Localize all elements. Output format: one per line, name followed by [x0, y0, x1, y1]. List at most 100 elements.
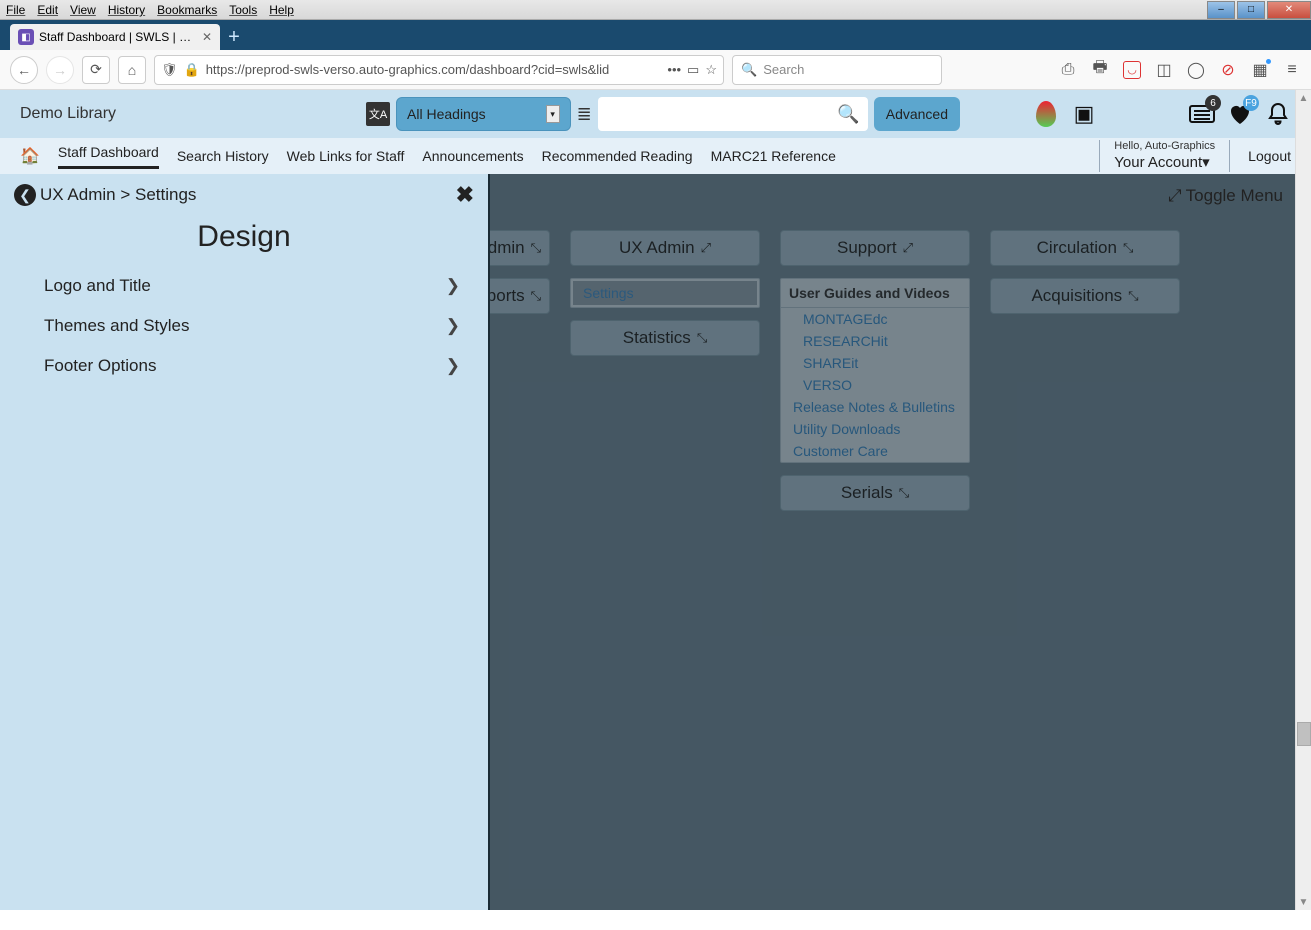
collapse-icon: ⤡	[1123, 240, 1133, 256]
browser-search-input[interactable]: 🔍 Search	[732, 55, 942, 85]
link-customer-care[interactable]: Customer Care	[781, 440, 969, 462]
toggle-menu-button[interactable]: ⤢ Toggle Menu	[1168, 186, 1283, 206]
back-button[interactable]: ←	[10, 56, 38, 84]
link-release-notes[interactable]: Release Notes & Bulletins	[781, 396, 969, 418]
logout-link[interactable]: Logout	[1248, 148, 1291, 164]
card-acq-label: Acquisitions	[1031, 286, 1122, 306]
chevron-down-icon: ▾	[546, 105, 560, 123]
card-support-label: Support	[837, 238, 897, 258]
card-support[interactable]: Support ⤢	[780, 230, 970, 266]
url-text: https://preprod-swls-verso.auto-graphics…	[206, 62, 662, 77]
scan-icon[interactable]: ▣	[1071, 101, 1097, 127]
menu-help[interactable]: Help	[263, 1, 300, 19]
breadcrumb-settings[interactable]: Settings	[135, 185, 196, 205]
link-shareit[interactable]: SHAREit	[781, 352, 969, 374]
card-serials-label: Serials	[841, 483, 893, 503]
menu-edit[interactable]: Edit	[31, 1, 64, 19]
breadcrumb-sep: >	[120, 185, 130, 205]
kids-icon[interactable]	[1033, 101, 1059, 127]
translate-icon[interactable]: 文A	[366, 102, 390, 126]
account-menu[interactable]: Hello, Auto-Graphics Your Account▾	[1099, 140, 1230, 171]
extensions-icon[interactable]: ▦	[1251, 61, 1269, 79]
nav-staff-dashboard[interactable]: Staff Dashboard	[58, 144, 159, 169]
headings-dropdown[interactable]: All Headings ▾	[396, 97, 571, 131]
scroll-up-icon[interactable]: ▲	[1296, 90, 1311, 106]
menu-tools[interactable]: Tools	[223, 1, 263, 19]
browser-tabbar: ◧ Staff Dashboard | SWLS | SWLS ✕ +	[0, 20, 1311, 50]
ellipsis-icon[interactable]: •••	[667, 62, 681, 77]
addon-icon[interactable]: ⊘	[1219, 61, 1237, 79]
search-icon: 🔍	[741, 62, 757, 78]
new-tab-button[interactable]: +	[220, 24, 248, 50]
collapse-icon: ⤡	[697, 330, 707, 346]
panel-item-themes-styles[interactable]: Themes and Styles ❯	[0, 306, 488, 346]
sidebar-icon[interactable]: ◫	[1155, 61, 1173, 79]
card-statistics[interactable]: Statistics⤡	[570, 320, 760, 356]
reload-button[interactable]: ⟳	[82, 56, 110, 84]
nav-web-links[interactable]: Web Links for Staff	[287, 148, 405, 164]
browser-tab[interactable]: ◧ Staff Dashboard | SWLS | SWLS ✕	[10, 24, 220, 50]
panel-item-footer-options[interactable]: Footer Options ❯	[0, 346, 488, 386]
card-circ-label: Circulation	[1037, 238, 1117, 258]
home-icon[interactable]: 🏠	[20, 146, 40, 166]
nav-recommended[interactable]: Recommended Reading	[542, 148, 693, 164]
heart-icon[interactable]: F9	[1227, 101, 1253, 127]
breadcrumb-ux-admin[interactable]: UX Admin	[40, 185, 116, 205]
list-icon[interactable]: 6	[1189, 101, 1215, 127]
link-researchit[interactable]: RESEARCHit	[781, 330, 969, 352]
link-montagedc[interactable]: MONTAGEdc	[781, 308, 969, 330]
close-panel-icon[interactable]: ✖	[456, 182, 474, 208]
reader-icon[interactable]: ▭	[687, 62, 699, 78]
account-icon[interactable]: ◯	[1187, 61, 1205, 79]
panel-item-logo-title[interactable]: Logo and Title ❯	[0, 266, 488, 306]
window-close-button[interactable]: ✕	[1267, 1, 1311, 19]
database-icon[interactable]: ≣	[577, 104, 592, 125]
menu-history[interactable]: History	[102, 1, 151, 19]
forward-button: →	[46, 56, 74, 84]
search-cluster: 文A All Headings ▾ ≣ 🔍 Advanced	[366, 97, 960, 131]
your-account-label: Your Account▾	[1114, 154, 1215, 172]
nav-announcements[interactable]: Announcements	[422, 148, 523, 164]
nav-search-history[interactable]: Search History	[177, 148, 269, 164]
print-icon[interactable]: 🖶	[1091, 61, 1109, 79]
url-bar[interactable]: 🛡 🔒 https://preprod-swls-verso.auto-grap…	[154, 55, 724, 85]
tab-close-icon[interactable]: ✕	[202, 30, 212, 44]
heart-badge: F9	[1243, 95, 1259, 111]
design-panel: ❮ UX Admin > Settings ✖ Design Logo and …	[0, 174, 490, 910]
link-verso[interactable]: VERSO	[781, 374, 969, 396]
scroll-thumb[interactable]	[1297, 722, 1311, 746]
nav-strip: 🏠 Staff Dashboard Search History Web Lin…	[0, 138, 1311, 174]
search-icon[interactable]: 🔍	[837, 104, 859, 125]
card-serials[interactable]: Serials⤡	[780, 475, 970, 511]
link-utility-downloads[interactable]: Utility Downloads	[781, 418, 969, 440]
menu-bookmarks[interactable]: Bookmarks	[151, 1, 223, 19]
panel-title: Design	[0, 220, 488, 254]
bookmark-star-icon[interactable]: ☆	[705, 62, 717, 78]
expand-icon: ⤢	[701, 240, 711, 256]
scroll-down-icon[interactable]: ▼	[1296, 894, 1311, 910]
catalog-search-input[interactable]: 🔍	[598, 97, 868, 131]
pocket-icon[interactable]: ◡	[1123, 61, 1141, 79]
window-minimize-button[interactable]: –	[1207, 1, 1235, 19]
panel-item-label: Logo and Title	[44, 276, 151, 296]
library-icon[interactable]: ⎙	[1059, 61, 1077, 79]
card-circulation[interactable]: Circulation ⤡	[990, 230, 1180, 266]
card-ux-body: Settings	[570, 278, 760, 308]
browser-navbar: ← → ⟳ ⌂ 🛡 🔒 https://preprod-swls-verso.a…	[0, 50, 1311, 90]
hamburger-menu-icon[interactable]: ≡	[1283, 61, 1301, 79]
card-acquisitions[interactable]: Acquisitions⤡	[990, 278, 1180, 314]
window-maximize-button[interactable]: □	[1237, 1, 1265, 19]
home-button[interactable]: ⌂	[118, 56, 146, 84]
settings-link[interactable]: Settings	[573, 281, 757, 305]
menu-view[interactable]: View	[64, 1, 102, 19]
card-ux-admin[interactable]: UX Admin⤢	[570, 230, 760, 266]
support-section-header: User Guides and Videos	[781, 279, 969, 308]
back-icon[interactable]: ❮	[14, 184, 36, 206]
menu-file[interactable]: File	[0, 1, 31, 19]
nav-marc21[interactable]: MARC21 Reference	[711, 148, 836, 164]
expand-icon: ⤢	[903, 240, 913, 256]
bell-icon[interactable]	[1265, 101, 1291, 127]
scrollbar[interactable]: ▲ ▼	[1295, 90, 1311, 910]
advanced-search-button[interactable]: Advanced	[874, 97, 960, 131]
tab-favicon-icon: ◧	[18, 29, 34, 45]
